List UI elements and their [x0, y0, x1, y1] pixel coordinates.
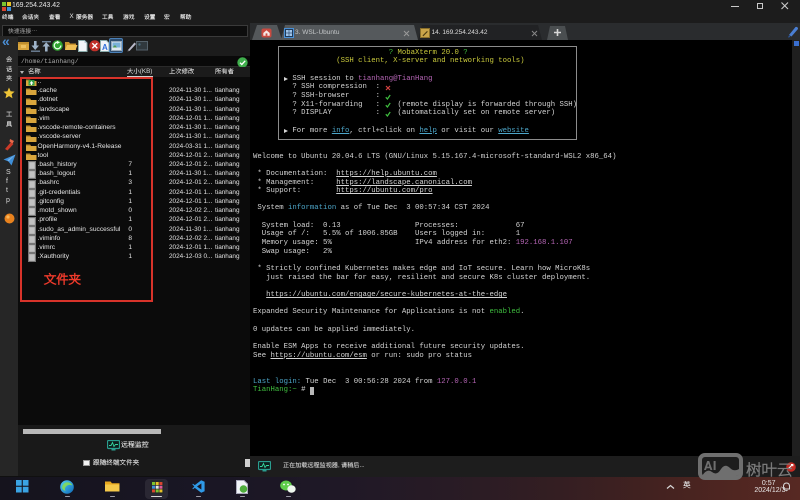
svg-text:A: A: [102, 43, 108, 52]
